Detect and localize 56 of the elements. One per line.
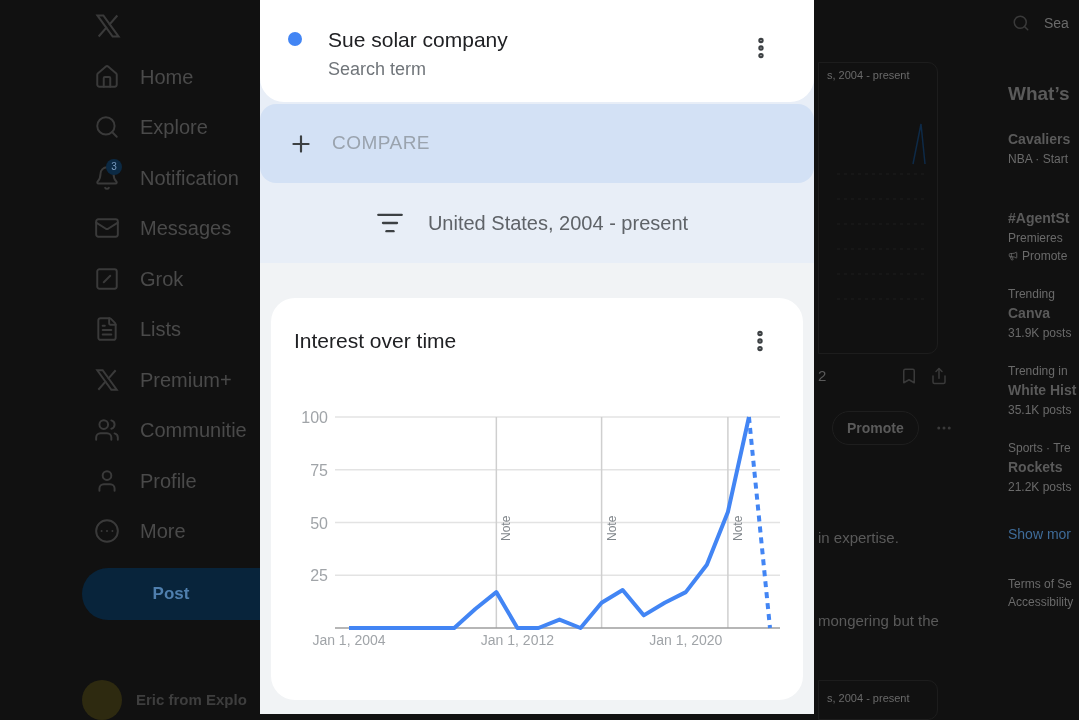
x-tick-label: Jan 1, 2004 — [312, 631, 386, 648]
post-text: in expertise. — [818, 528, 900, 548]
x-logo-icon[interactable] — [94, 11, 122, 40]
y-tick-label: 50 — [310, 514, 328, 531]
avatar[interactable] — [82, 679, 122, 720]
nav-item[interactable]: Messages — [94, 203, 260, 254]
promoted-icon — [1008, 250, 1018, 261]
note-label: Note — [499, 515, 514, 541]
footer-link[interactable]: Accessibility — [1008, 592, 1079, 611]
search-field[interactable]: Sea — [1008, 12, 1079, 34]
compare-button[interactable]: COMPARE — [260, 104, 814, 183]
x-tick-label: Jan 1, 2020 — [649, 631, 723, 648]
y-tick-label: 100 — [301, 408, 328, 426]
nav-item[interactable]: Communitie — [94, 405, 260, 456]
y-tick-label: 25 — [310, 566, 328, 584]
x-tick-label: Jan 1, 2012 — [480, 631, 554, 648]
trend-item[interactable]: Trending in White Hist 35.1K posts — [1008, 361, 1079, 419]
y-tick-label: 75 — [310, 461, 328, 479]
nav-item[interactable]: Explore — [94, 102, 260, 153]
nav-item[interactable]: Lists — [94, 304, 260, 355]
trend-item[interactable]: #AgentSt Premieres Promote — [1008, 207, 1079, 265]
section-heading: What’s — [1008, 82, 1071, 106]
nav-item[interactable]: Premium+ — [94, 354, 260, 405]
footer-link[interactable]: Terms of Se — [1008, 574, 1079, 593]
nav-icon — [94, 63, 120, 90]
nav-icon — [94, 164, 120, 191]
card-title: Interest over time — [294, 328, 457, 354]
show-more-link[interactable]: Show mor — [1008, 523, 1079, 545]
search-term: Sue solar company — [328, 27, 509, 53]
post-button[interactable]: Post — [82, 568, 260, 620]
filter-summary[interactable]: United States, 2004 - present — [427, 208, 689, 238]
thumbnail-caption: s, 2004 - present — [827, 68, 911, 83]
share-icon[interactable] — [930, 367, 948, 385]
search-icon — [1012, 14, 1030, 32]
note-label: Note — [604, 515, 619, 541]
x-logo-icon[interactable] — [94, 366, 120, 393]
post-count: 2 — [818, 365, 828, 386]
notification-badge: 3 — [106, 158, 122, 175]
trend-item[interactable]: Trending Canva 31.9K posts — [1008, 284, 1079, 342]
note-label: Note — [730, 515, 745, 541]
trend-item[interactable]: Cavaliers NBA · Start — [1008, 128, 1079, 168]
nav-icon — [94, 518, 120, 545]
nav-icon — [94, 417, 120, 444]
post-text: mongering but the — [818, 610, 940, 631]
trend-item[interactable]: Sports · Tre Rockets 21.2K posts — [1008, 438, 1079, 496]
bookmark-icon[interactable] — [900, 367, 918, 385]
nav-icon — [94, 316, 120, 343]
thumbnail-caption: s, 2004 - present — [827, 692, 910, 704]
nav-item[interactable]: 3 Notification — [94, 152, 260, 203]
nav-item[interactable]: Profile — [94, 455, 260, 506]
nav-item[interactable]: Grok — [94, 253, 260, 304]
nav-icon — [94, 265, 120, 292]
nav-item[interactable]: More — [94, 506, 260, 557]
nav-item[interactable]: Home — [94, 51, 260, 102]
nav-icon — [94, 114, 120, 141]
search-term-type: Search term — [328, 58, 428, 81]
